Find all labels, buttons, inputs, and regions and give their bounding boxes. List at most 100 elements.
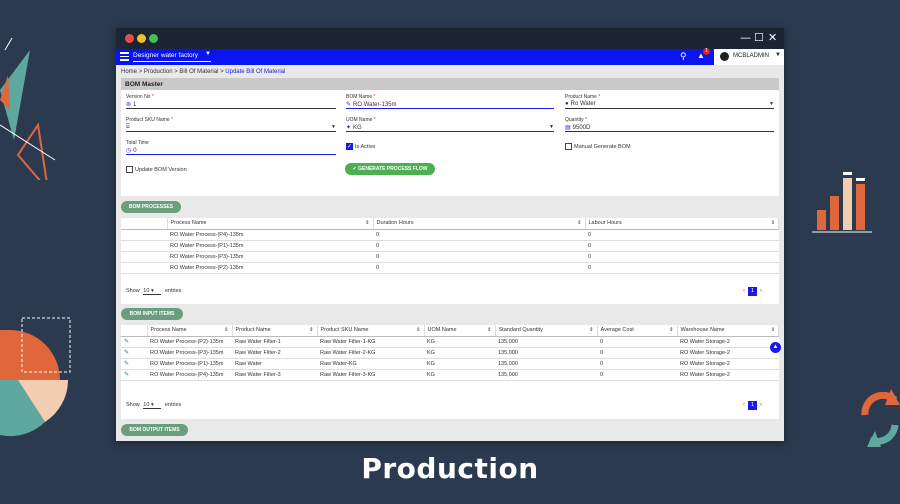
decorative-pie-left bbox=[0, 317, 71, 437]
uom-name-field[interactable]: UOM Name * ✦ KG ▼ bbox=[346, 117, 554, 132]
generate-process-flow-button[interactable]: ✓ GENERATE PROCESS FLOW bbox=[345, 163, 435, 175]
app-header: Designer water factory ▼ ⚲ ▲ 1 MCBLADMIN… bbox=[116, 48, 784, 65]
window-titlebar: — ☐ ✕ bbox=[116, 28, 784, 49]
entries-selector[interactable]: Show 10 ▾ entries bbox=[126, 402, 181, 409]
edit-icon[interactable]: ✎ bbox=[124, 350, 129, 356]
decorative-refresh-right bbox=[861, 389, 900, 447]
user-menu[interactable]: MCBLADMIN ▼ bbox=[714, 49, 784, 65]
chevron-down-icon: ▼ bbox=[549, 124, 554, 130]
pagination: ‹ 1 › bbox=[743, 287, 762, 296]
product-sku-field[interactable]: Product SKU Name * ⌸ ▼ bbox=[126, 117, 336, 132]
location-icon: ● bbox=[565, 101, 569, 107]
version-no-field[interactable]: Version No * ⊚ 1 bbox=[126, 94, 336, 109]
sort-icon: ⇕ bbox=[309, 327, 314, 333]
maximize-dot[interactable] bbox=[149, 34, 158, 43]
bom-input-table: Process Name ⇕ Product Name ⇕ Product SKU … bbox=[121, 325, 779, 381]
entries-selector[interactable]: Show 10 ▾ entries bbox=[126, 288, 181, 295]
bom-input-table-panel: Process Name ⇕ Product Name ⇕ Product SKU … bbox=[121, 325, 779, 419]
minimize-icon[interactable]: — bbox=[740, 31, 751, 45]
total-time-field[interactable]: Total Time ◷ 0 bbox=[126, 140, 336, 155]
breadcrumb: Home > Production > Bill Of Material > U… bbox=[121, 69, 286, 75]
sort-icon: ⇕ bbox=[365, 220, 370, 226]
quantity-icon: ▤ bbox=[565, 125, 571, 131]
product-name-field[interactable]: Product Name * ● Ro Water ▼ bbox=[565, 94, 774, 109]
next-page-icon[interactable]: › bbox=[760, 288, 762, 294]
sku-icon: ⌸ bbox=[126, 124, 130, 130]
company-select[interactable]: Designer water factory ▼ bbox=[133, 51, 211, 62]
chevron-down-icon: ▼ bbox=[775, 52, 781, 58]
hamburger-menu-icon[interactable] bbox=[120, 52, 129, 63]
bom-master-title: BOM Master bbox=[121, 78, 779, 90]
maximize-icon[interactable]: ☐ bbox=[754, 31, 764, 45]
column-header-product-sku[interactable]: Product SKU Name ⇕ bbox=[317, 325, 425, 337]
update-version-checkbox[interactable]: Update BOM Version bbox=[126, 166, 187, 173]
table-row[interactable]: ✎ RO Water Process-(P3)-135m Raw Water Fil… bbox=[121, 347, 779, 359]
tag-icon: ✎ bbox=[346, 102, 352, 108]
scroll-up-button[interactable]: ▲ bbox=[770, 342, 781, 353]
notification-badge: 1 bbox=[703, 48, 710, 55]
breadcrumb-production[interactable]: Production bbox=[144, 69, 173, 75]
breadcrumb-current: Update Bill Of Material bbox=[225, 69, 286, 75]
table-row[interactable]: ✎ RO Water Process-(P2)-135m Raw Water Fil… bbox=[121, 336, 779, 348]
breadcrumb-bom[interactable]: Bill Of Material bbox=[179, 69, 218, 75]
column-header-uom-name[interactable]: UOM Name ⇕ bbox=[424, 325, 496, 337]
edit-icon[interactable]: ✎ bbox=[124, 372, 129, 378]
column-header-duration-hours[interactable]: Duration Hours ⇕ bbox=[373, 218, 586, 230]
decorative-bar-chart-right bbox=[812, 172, 872, 233]
chevron-down-icon: ▼ bbox=[331, 124, 336, 130]
check-icon: ✓ bbox=[346, 143, 353, 150]
bom-name-field[interactable]: BOM Name * ✎ RO Water-135m bbox=[346, 94, 554, 109]
edit-icon[interactable]: ✎ bbox=[124, 361, 129, 367]
minimize-dot[interactable] bbox=[137, 34, 146, 43]
version-icon: ⊚ bbox=[126, 102, 132, 108]
column-header-standard-quantity[interactable]: Standard Quantity ⇕ bbox=[495, 325, 598, 337]
manual-generate-checkbox[interactable]: Manual Generate BOM bbox=[565, 143, 631, 150]
table-row[interactable]: ✎ RO Water Process-(P1)-135m Raw Water Raw … bbox=[121, 358, 779, 370]
table-row[interactable]: RO Water Process-(P1)-135m 0 0 bbox=[121, 240, 779, 252]
table-row[interactable]: RO Water Process-(P3)-135m 0 0 bbox=[121, 251, 779, 263]
page-button[interactable]: 1 bbox=[748, 401, 757, 410]
close-dot[interactable] bbox=[125, 34, 134, 43]
column-header-process-name[interactable]: Process Name ⇕ bbox=[147, 325, 233, 337]
app-window: — ☐ ✕ Designer water factory ▼ ⚲ ▲ 1 MCB… bbox=[116, 28, 784, 441]
bom-processes-table: Process Name ⇕ Duration Hours ⇕ Labour Hou… bbox=[121, 218, 779, 274]
avatar-icon bbox=[720, 52, 729, 61]
search-icon[interactable]: ⚲ bbox=[680, 51, 687, 62]
sort-icon: ⇕ bbox=[416, 327, 421, 333]
pagination: ‹ 1 › bbox=[743, 401, 762, 410]
column-header-labour-hours[interactable]: Labour Hours ⇕ bbox=[585, 218, 779, 230]
sort-icon: ⇕ bbox=[577, 220, 582, 226]
sort-icon: ⇕ bbox=[589, 327, 594, 333]
prev-page-icon[interactable]: ‹ bbox=[743, 402, 745, 408]
clock-icon: ◷ bbox=[126, 148, 132, 154]
sort-icon: ⇕ bbox=[224, 327, 229, 333]
column-header-average-cost[interactable]: Average Cost ⇕ bbox=[597, 325, 678, 337]
chevron-down-icon: ▼ bbox=[769, 101, 774, 107]
sort-icon: ⇕ bbox=[770, 220, 775, 226]
close-icon[interactable]: ✕ bbox=[768, 31, 777, 45]
chevron-down-icon: ▼ bbox=[205, 51, 211, 57]
decorative-shapes-left-top bbox=[0, 37, 56, 180]
is-active-checkbox[interactable]: ✓ Is Active bbox=[346, 143, 375, 150]
table-row[interactable]: RO Water Process-(P4)-135m 0 0 bbox=[121, 229, 779, 241]
bom-master-panel: BOM Master Version No * ⊚ 1 BOM Name * ✎ R… bbox=[121, 78, 779, 196]
column-header-warehouse-name[interactable]: Warehouse Name ⇕ bbox=[677, 325, 779, 337]
user-name: MCBLADMIN bbox=[733, 53, 770, 59]
bom-output-items-button[interactable]: BOM OUTPUT ITEMS bbox=[121, 424, 188, 436]
prev-page-icon[interactable]: ‹ bbox=[743, 288, 745, 294]
bom-input-items-button[interactable]: BOM INPUT ITEMS bbox=[121, 308, 183, 320]
bom-processes-table-panel: Process Name ⇕ Duration Hours ⇕ Labour Hou… bbox=[121, 218, 779, 304]
sort-icon: ⇕ bbox=[669, 327, 674, 333]
table-row[interactable]: RO Water Process-(P2)-135m 0 0 bbox=[121, 262, 779, 274]
breadcrumb-home[interactable]: Home bbox=[121, 69, 137, 75]
page-button[interactable]: 1 bbox=[748, 287, 757, 296]
next-page-icon[interactable]: › bbox=[760, 402, 762, 408]
edit-icon[interactable]: ✎ bbox=[124, 339, 129, 345]
bom-processes-button[interactable]: BOM PROCESSES bbox=[121, 201, 181, 213]
sort-icon: ⇕ bbox=[770, 327, 775, 333]
table-row[interactable]: ✎ RO Water Process-(P4)-135m Raw Water Fil… bbox=[121, 369, 779, 381]
column-header-process-name[interactable]: Process Name ⇕ bbox=[167, 218, 374, 230]
column-header-product-name[interactable]: Product Name ⇕ bbox=[232, 325, 318, 337]
sort-icon: ⇕ bbox=[487, 327, 492, 333]
quantity-field[interactable]: Quantity * ▤ 9500D bbox=[565, 117, 774, 132]
